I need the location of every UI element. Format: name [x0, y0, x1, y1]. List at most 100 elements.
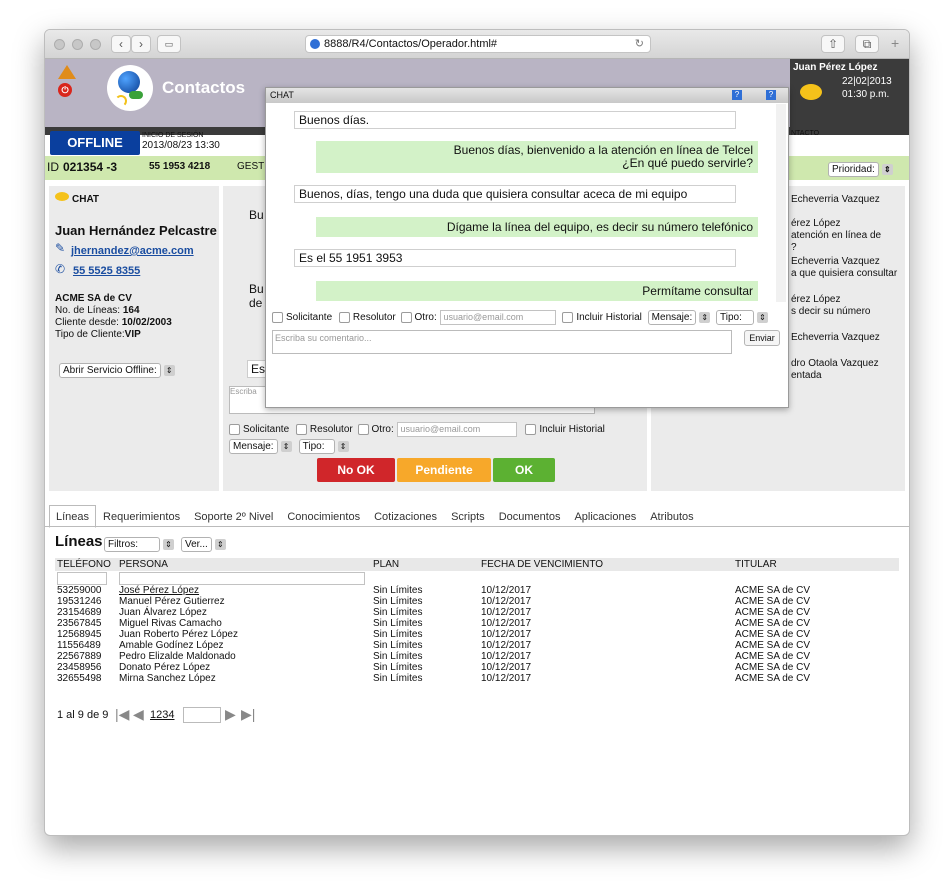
new-tab-icon[interactable]: +: [891, 35, 899, 51]
table-row[interactable]: 23567845 Miguel Rivas Camacho Sin Límites 1…: [55, 618, 899, 629]
resolutor-checkbox[interactable]: [295, 424, 307, 435]
minimize-window-button[interactable]: [72, 39, 83, 50]
table-row[interactable]: 53259000 José Pérez López Sin Límites 10/12…: [55, 585, 899, 596]
otro-checkbox[interactable]: [357, 424, 369, 435]
help-icon[interactable]: ?: [766, 90, 776, 100]
chat-comment-textarea[interactable]: Escriba su comentario...: [272, 330, 732, 354]
history-line: atención en línea de: [791, 230, 882, 241]
table-cell[interactable]: José Pérez López: [117, 585, 371, 596]
address-bar[interactable]: 8888/R4/Contactos/Operador.html# ↻: [305, 35, 651, 53]
tab-scripts[interactable]: Scripts: [444, 505, 492, 528]
column-header: PERSONA: [117, 558, 371, 571]
edit-icon[interactable]: ✎: [55, 241, 65, 255]
table-cell[interactable]: Miguel Rivas Camacho: [117, 618, 371, 629]
phone-filter-input[interactable]: [57, 571, 107, 585]
forward-icon[interactable]: ›: [131, 35, 151, 53]
table-cell: ACME SA de CV: [735, 607, 811, 618]
page-links[interactable]: 1234: [150, 709, 174, 721]
chat-email-input[interactable]: usuario@email.com: [439, 310, 556, 325]
person-filter-input[interactable]: [119, 571, 365, 585]
session-value: 2013/08/23 13:30: [142, 140, 220, 151]
header-time: 01:30 p.m.: [842, 89, 890, 100]
mensaje-select[interactable]: Mensaje: ⇕: [229, 439, 292, 454]
table-row[interactable]: 19531246 Manuel Pérez Gutierrez Sin Límite…: [55, 596, 899, 607]
back-icon[interactable]: ‹: [111, 35, 131, 53]
next-page-icon[interactable]: ▶: [225, 706, 236, 723]
chat-icon: [55, 192, 69, 201]
app-title: Contactos: [162, 78, 246, 97]
historial-checkbox[interactable]: [525, 424, 537, 435]
table-cell[interactable]: Juan Roberto Pérez López: [117, 629, 371, 640]
table-cell[interactable]: Mirna Sanchez López: [117, 673, 371, 684]
id-label: ID: [47, 160, 59, 174]
power-icon[interactable]: ⏻: [58, 83, 72, 97]
tab-cotizaciones[interactable]: Cotizaciones: [367, 505, 444, 528]
history-line: Echeverria Vazquez: [791, 194, 880, 205]
tab-aplicaciones[interactable]: Aplicaciones: [567, 505, 643, 528]
tab-conocimientos[interactable]: Conocimientos: [280, 505, 367, 528]
prev-page-icon[interactable]: ◀: [133, 706, 144, 723]
first-page-icon[interactable]: |◀: [115, 706, 129, 723]
peek-message-2a: Bu: [249, 282, 264, 296]
column-header: TITULAR: [733, 558, 899, 571]
priority-select[interactable]: Prioridad: ⇕: [828, 162, 893, 177]
chat-otro-checkbox[interactable]: [400, 312, 412, 323]
solicitante-checkbox[interactable]: [229, 424, 240, 435]
table-row[interactable]: 23458956 Donato Pérez López Sin Límites 10/…: [55, 662, 899, 673]
zoom-window-button[interactable]: [90, 39, 101, 50]
ok-button[interactable]: OK: [493, 458, 555, 482]
table-cell[interactable]: Juan Álvarez López: [117, 607, 371, 618]
table-row[interactable]: 11556489 Amable Godínez López Sin Límites 1…: [55, 640, 899, 651]
column-header: TELÉFONO: [55, 558, 117, 571]
last-page-icon[interactable]: ▶|: [241, 706, 255, 723]
table-cell: ACME SA de CV: [735, 596, 811, 607]
chat-tipo-select[interactable]: Tipo: ⇕: [716, 310, 769, 325]
otro-email-input[interactable]: usuario@email.com: [396, 422, 517, 437]
sidebar-icon[interactable]: ▭: [157, 35, 181, 53]
customer-phone-link[interactable]: 55 5525 8355: [73, 265, 140, 277]
table-cell: Sin Límites: [373, 618, 423, 629]
page-number-input[interactable]: [183, 707, 221, 723]
tipo-select[interactable]: Tipo: ⇕: [298, 439, 349, 454]
reload-icon[interactable]: ↻: [635, 36, 644, 52]
chat-scrollbar[interactable]: [776, 104, 786, 302]
table-cell[interactable]: Donato Pérez López: [117, 662, 371, 673]
table-cell[interactable]: Amable Godínez López: [117, 640, 371, 651]
history-line: ?: [791, 242, 797, 253]
tab-líneas[interactable]: Líneas: [49, 505, 97, 528]
send-button[interactable]: Enviar: [744, 330, 780, 346]
tab-soporte-2-nivel[interactable]: Soporte 2º Nivel: [187, 505, 280, 528]
tab-requerimientos[interactable]: Requerimientos: [96, 505, 187, 528]
chat-mensaje-select[interactable]: Mensaje: ⇕: [647, 310, 711, 325]
close-window-button[interactable]: [54, 39, 65, 50]
pendiente-button[interactable]: Pendiente: [397, 458, 491, 482]
customer-email-link[interactable]: jhernandez@acme.com: [71, 245, 194, 257]
table-row[interactable]: 23154689 Juan Álvarez López Sin Límites 10/…: [55, 607, 899, 618]
no-ok-button[interactable]: No OK: [317, 458, 395, 482]
chat-resolutor-checkbox[interactable]: [338, 312, 350, 323]
session-label: INICIO DE SESIÓN: [142, 132, 204, 139]
offline-service-select[interactable]: Abrir Servicio Offline: ⇕: [59, 363, 175, 378]
history-line: s decir su número: [791, 306, 871, 317]
view-select[interactable]: Ver... ⇕: [181, 537, 226, 552]
table-row[interactable]: 12568945 Juan Roberto Pérez López Sin Lími…: [55, 629, 899, 640]
chat-historial-checkbox[interactable]: [562, 312, 574, 323]
table-cell[interactable]: Pedro Elizalde Maldonado: [117, 651, 371, 662]
offline-status-button[interactable]: OFFLINE: [50, 131, 140, 155]
table-row[interactable]: 32655498 Mirna Sanchez López Sin Límites 10…: [55, 673, 899, 684]
table-row[interactable]: 22567889 Pedro Elizalde Maldonado Sin Lími…: [55, 651, 899, 662]
table-cell: ACME SA de CV: [735, 640, 811, 651]
tab-atributos[interactable]: Atributos: [643, 505, 700, 528]
phone-icon: ✆: [55, 262, 66, 276]
tabs-overview-icon[interactable]: ⧉: [855, 35, 879, 53]
table-cell: 12568945: [57, 629, 102, 640]
share-icon[interactable]: ⇧: [821, 35, 845, 53]
peek-message-2b: de: [249, 296, 263, 310]
filters-select[interactable]: Filtros: ⇕: [104, 537, 174, 552]
help-icon[interactable]: ?: [732, 90, 742, 100]
table-cell[interactable]: Manuel Pérez Gutierrez: [117, 596, 371, 607]
chat-solicitante-checkbox[interactable]: [272, 312, 283, 323]
table-cell: 53259000: [57, 585, 102, 596]
table-cell: Sin Límites: [373, 629, 423, 640]
tab-documentos[interactable]: Documentos: [492, 505, 568, 528]
